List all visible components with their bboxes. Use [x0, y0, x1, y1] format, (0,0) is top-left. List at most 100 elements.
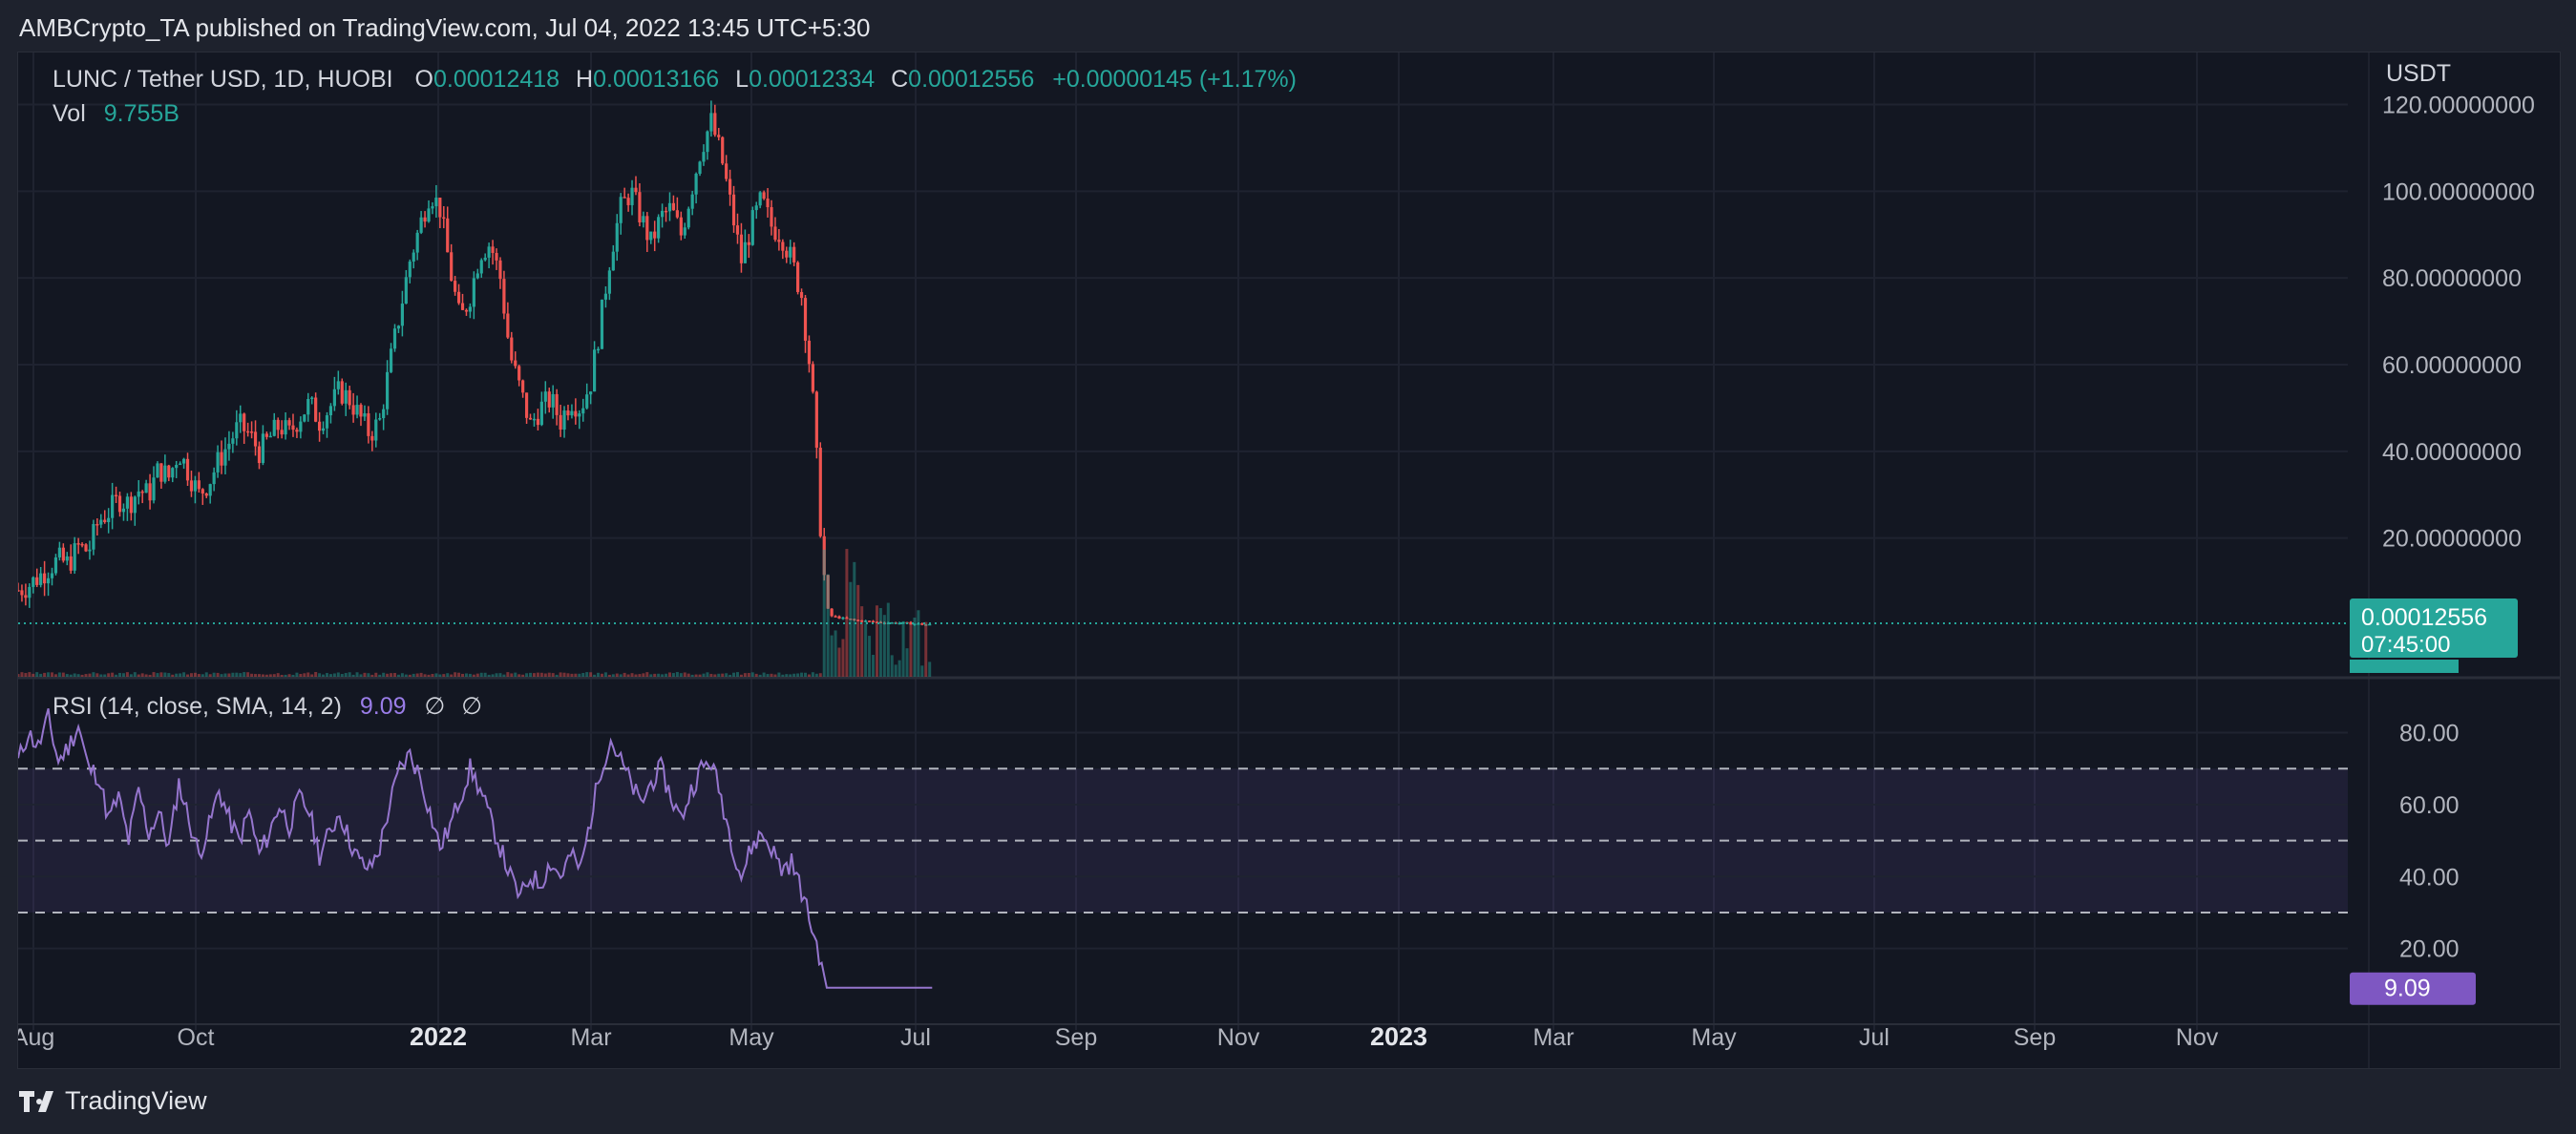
candle-body: [336, 381, 340, 389]
rsi-hide-icon[interactable]: ∅: [424, 693, 445, 720]
volume-bar: [314, 672, 318, 677]
volume-bar: [706, 672, 709, 677]
volume-bar: [721, 673, 725, 677]
volume-bar: [924, 621, 928, 677]
candle-body: [758, 192, 762, 206]
volume-bar: [351, 674, 355, 677]
volume-bar: [837, 647, 841, 677]
volume-bar: [864, 623, 868, 677]
candle-body: [272, 419, 276, 436]
volume-bar: [51, 672, 54, 677]
candle-body: [841, 617, 845, 620]
candle-body: [284, 420, 287, 435]
price-and-rsi-chart[interactable]: USDT 120.00000000 100.00000000 80.00000000 6…: [18, 52, 2560, 1068]
candle-body: [735, 225, 740, 235]
symbol-label[interactable]: LUNC / Tether USD, 1D, HUOBI: [53, 66, 393, 93]
candle-body: [807, 340, 812, 365]
volume-bar: [698, 674, 702, 677]
volume-bar: [811, 672, 814, 677]
candle-body: [479, 260, 483, 274]
volume-bar: [167, 673, 171, 677]
candle-body: [185, 458, 190, 481]
volume-bar: [868, 636, 872, 677]
volume-bar: [57, 672, 61, 677]
volume-bar: [521, 674, 525, 677]
candle-body: [770, 207, 773, 227]
tradingview-logo[interactable]: TradingView: [19, 1086, 207, 1116]
volume-bar: [792, 673, 796, 677]
volume-bar: [107, 673, 111, 677]
volume-bar: [182, 672, 186, 677]
candle-body: [415, 232, 419, 253]
volume-bar: [479, 672, 483, 677]
volume-bar: [340, 674, 344, 677]
candle-body: [69, 556, 73, 571]
volume-bar: [566, 673, 570, 677]
volume-bar: [400, 673, 404, 677]
candle-body: [630, 187, 634, 205]
rsi-last-label: 9.09: [2384, 976, 2431, 1002]
candle-body: [600, 299, 604, 349]
volume-bar: [789, 674, 792, 677]
volume-bar: [216, 672, 220, 677]
volume-bar: [529, 672, 533, 677]
candle-body: [396, 326, 401, 329]
volume-bar: [814, 673, 818, 677]
volume-bar: [623, 672, 626, 677]
time-tick-label: Nov: [1217, 1024, 1260, 1051]
candle-body: [551, 393, 555, 408]
close-label: C: [891, 66, 909, 93]
candle-body: [773, 226, 777, 241]
volume-bar: [156, 673, 159, 677]
volume-bar: [690, 674, 694, 677]
candle-body: [634, 187, 638, 193]
volume-bar: [562, 672, 566, 677]
volume-bar: [615, 673, 619, 677]
volume-bar: [111, 672, 115, 677]
rsi-tick-label: 20.00: [2399, 936, 2460, 963]
time-tick-label: 2023: [1370, 1022, 1427, 1051]
volume-bar: [834, 630, 837, 677]
volume-bar: [322, 674, 326, 677]
chart-frame[interactable]: USDT 120.00000000 100.00000000 80.00000000 6…: [17, 52, 2561, 1069]
volume-bar: [649, 674, 653, 677]
candle-body: [694, 173, 698, 195]
volume-bar: [152, 672, 156, 677]
candle-body: [683, 227, 686, 236]
volume-bar: [766, 674, 770, 677]
volume-bar: [80, 674, 84, 677]
volume-bar: [665, 673, 668, 677]
candle-body: [653, 231, 657, 239]
price-tick-label: 120.00000000: [2382, 93, 2535, 119]
volume-bar: [653, 673, 657, 677]
volume-bar: [725, 673, 728, 677]
volume-bar: [461, 673, 465, 677]
candle-body: [920, 623, 924, 625]
candle-body: [295, 430, 299, 432]
candle-body: [536, 418, 540, 426]
volume-bar: [92, 672, 95, 677]
volume-bar: [686, 673, 690, 677]
candle-body: [253, 431, 258, 447]
volume-bar: [773, 674, 777, 677]
candle-body: [175, 464, 179, 469]
candle-body: [137, 491, 140, 497]
volume-bar: [913, 618, 917, 677]
volume-bar: [201, 674, 204, 677]
candle-body: [702, 152, 706, 162]
rsi-label[interactable]: RSI (14, close, SMA, 14, 2): [53, 693, 342, 720]
candle-body: [84, 544, 88, 552]
candle-body: [412, 252, 415, 262]
rsi-settings-icon[interactable]: ∅: [461, 693, 482, 720]
candle-body: [472, 278, 475, 307]
volume-bar: [355, 672, 359, 677]
time-tick-label: Sep: [1055, 1024, 1097, 1051]
candle-body: [792, 246, 796, 262]
volume-bar: [250, 673, 254, 677]
time-tick-label: May: [1691, 1024, 1737, 1051]
candle-body: [65, 556, 69, 561]
time-tick-label: May: [728, 1024, 774, 1051]
volume-bar: [20, 672, 24, 677]
volume-bar: [24, 673, 28, 677]
volume-bar: [634, 674, 638, 677]
